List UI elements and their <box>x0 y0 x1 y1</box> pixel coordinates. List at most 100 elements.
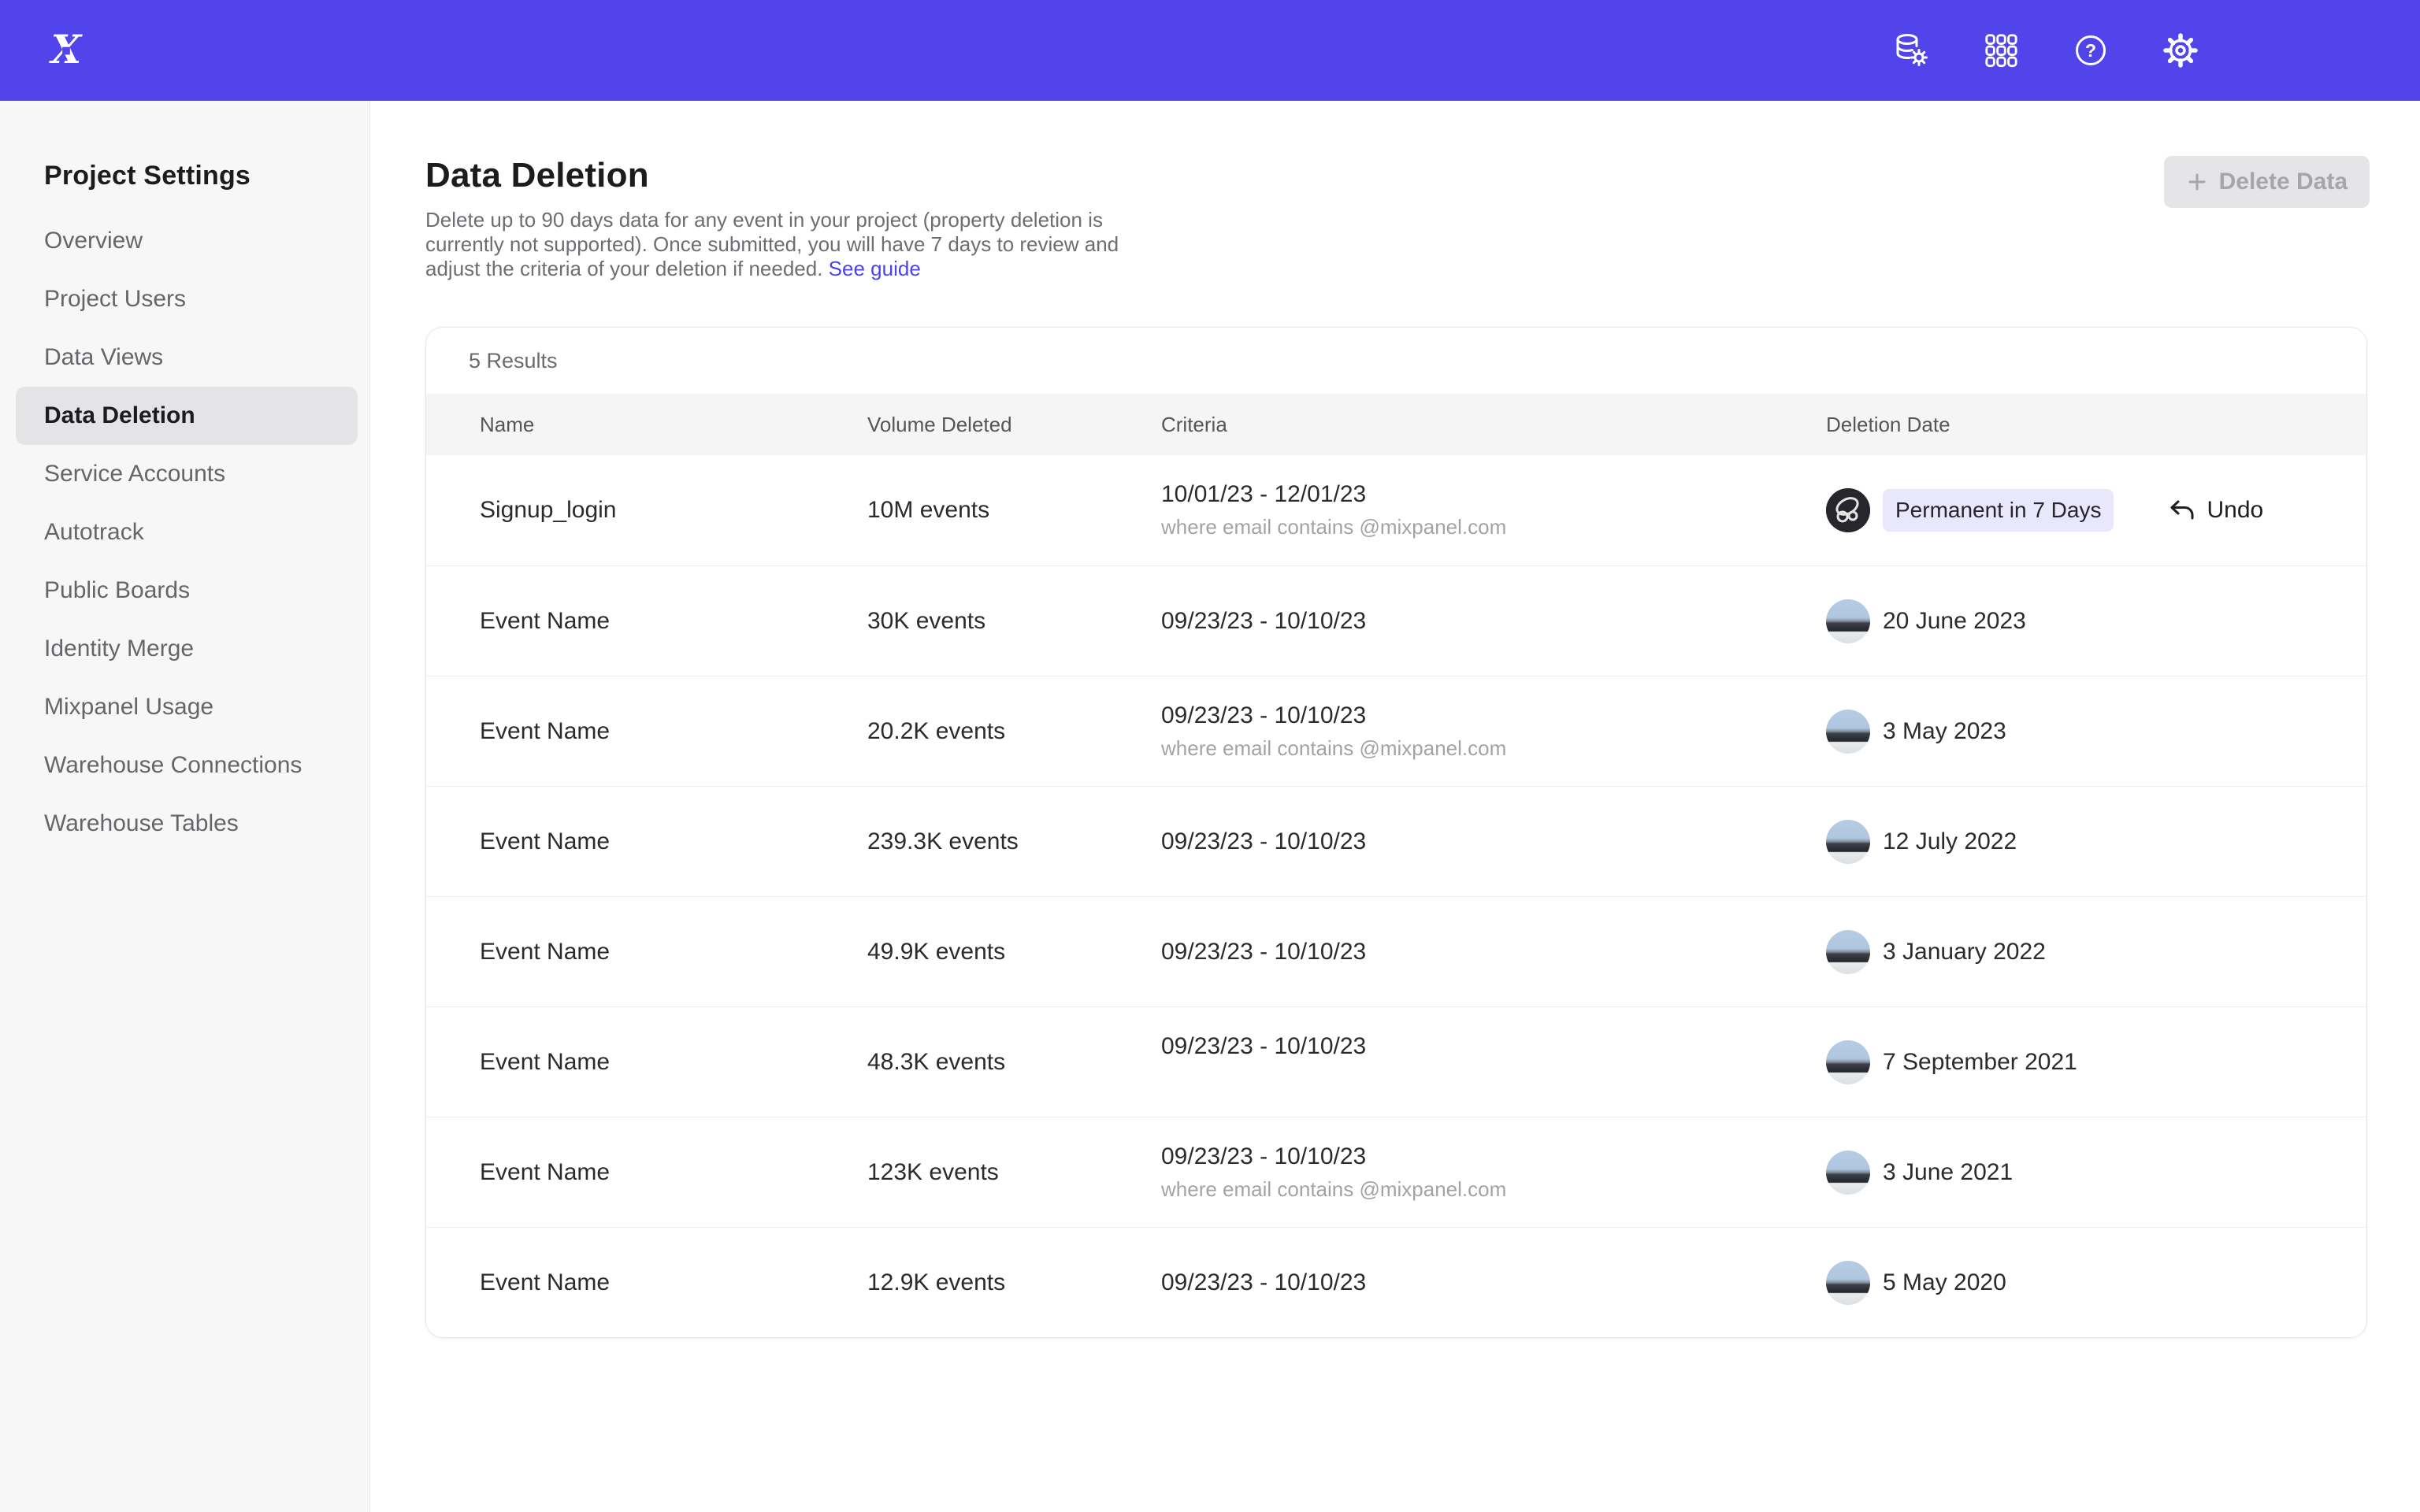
table-row: Event Name 123K events 09/23/23 - 10/10/… <box>426 1117 2366 1227</box>
row-criteria: 09/23/23 - 10/10/23 <box>1161 939 1826 965</box>
row-criteria-filter: where email contains @mixpanel.com <box>1161 515 1826 539</box>
table-row: Event Name 12.9K events 09/23/23 - 10/10… <box>426 1227 2366 1337</box>
row-volume: 49.9K events <box>867 939 1161 965</box>
sidebar-item-autotrack[interactable]: Autotrack <box>16 503 358 561</box>
row-deletion-cell: 3 June 2021 <box>1826 1151 2366 1195</box>
sidebar-item-mixpanel-usage[interactable]: Mixpanel Usage <box>16 678 358 736</box>
sidebar-item-project-users[interactable]: Project Users <box>16 270 358 328</box>
row-criteria: 09/23/23 - 10/10/23 <box>1161 608 1826 635</box>
row-criteria: 10/01/23 - 12/01/23 <box>1161 481 1826 508</box>
page-description: Delete up to 90 days data for any event … <box>425 208 1134 281</box>
row-name: Event Name <box>480 828 867 855</box>
table-row: Event Name 20.2K events 09/23/23 - 10/10… <box>426 676 2366 786</box>
column-header-deletion-date: Deletion Date <box>1826 413 2366 437</box>
row-name: Event Name <box>480 1159 867 1186</box>
row-criteria-cell: 09/23/23 - 10/10/23 <box>1161 939 1826 965</box>
svg-text:?: ? <box>2085 40 2096 61</box>
avatar-doodle <box>1826 488 1870 532</box>
avatar <box>1826 1040 1870 1084</box>
deletion-table-card: 5 Results Name Volume Deleted Criteria D… <box>425 327 2367 1338</box>
table-body: Signup_login 10M events 10/01/23 - 12/01… <box>426 455 2366 1337</box>
deletion-date: 5 May 2020 <box>1883 1269 2006 1296</box>
avatar <box>1826 1151 1870 1195</box>
sidebar-item-overview[interactable]: Overview <box>16 212 358 270</box>
sidebar: Project Settings OverviewProject UsersDa… <box>0 101 370 1512</box>
delete-data-button[interactable]: Delete Data <box>2164 156 2370 208</box>
undo-button[interactable]: Undo <box>2167 496 2263 524</box>
sidebar-item-warehouse-connections[interactable]: Warehouse Connections <box>16 736 358 795</box>
row-criteria: 09/23/23 - 10/10/23 <box>1161 1033 1826 1060</box>
table-row: Event Name 48.3K events 09/23/23 - 10/10… <box>426 1006 2366 1117</box>
sidebar-item-public-boards[interactable]: Public Boards <box>16 561 358 620</box>
row-criteria: 09/23/23 - 10/10/23 <box>1161 702 1826 729</box>
sidebar-title: Project Settings <box>0 161 369 191</box>
row-deletion-cell: Permanent in 7 Days Undo <box>1826 488 2366 532</box>
mixpanel-logo[interactable]: X <box>44 28 88 72</box>
row-name: Event Name <box>480 718 867 745</box>
data-management-icon[interactable] <box>1892 32 1930 69</box>
row-criteria-cell: 09/23/23 - 10/10/23 <box>1161 828 1826 855</box>
row-criteria-cell: 09/23/23 - 10/10/23 where email contains… <box>1161 1143 1826 1202</box>
deletion-date: 20 June 2023 <box>1883 608 2026 635</box>
results-count: 5 Results <box>426 328 2366 394</box>
row-deletion-cell: 3 May 2023 <box>1826 710 2366 754</box>
row-volume: 10M events <box>867 497 1161 524</box>
row-criteria-filter: where email contains @mixpanel.com <box>1161 1177 1826 1202</box>
row-volume: 12.9K events <box>867 1269 1161 1296</box>
row-criteria-cell: 10/01/23 - 12/01/23 where email contains… <box>1161 481 1826 539</box>
sidebar-item-identity-merge[interactable]: Identity Merge <box>16 620 358 678</box>
row-volume: 239.3K events <box>867 828 1161 855</box>
table-row: Signup_login 10M events 10/01/23 - 12/01… <box>426 455 2366 565</box>
avatar <box>1826 930 1870 974</box>
undo-label: Undo <box>2207 497 2263 524</box>
row-criteria-cell: 09/23/23 - 10/10/23 <box>1161 1269 1826 1296</box>
row-deletion-cell: 20 June 2023 <box>1826 599 2366 643</box>
delete-data-label: Delete Data <box>2219 169 2348 195</box>
row-criteria-cell: 09/23/23 - 10/10/23 <box>1161 1033 1826 1091</box>
avatar <box>1826 1261 1870 1305</box>
deletion-date: 3 May 2023 <box>1883 718 2006 745</box>
sidebar-item-data-views[interactable]: Data Views <box>16 328 358 387</box>
row-name: Signup_login <box>480 497 867 524</box>
row-name: Event Name <box>480 1049 867 1076</box>
row-criteria-filter <box>1161 1067 1826 1091</box>
avatar <box>1826 599 1870 643</box>
row-deletion-cell: 12 July 2022 <box>1826 820 2366 864</box>
column-header-criteria: Criteria <box>1161 413 1826 437</box>
row-criteria: 09/23/23 - 10/10/23 <box>1161 828 1826 855</box>
sidebar-item-warehouse-tables[interactable]: Warehouse Tables <box>16 795 358 853</box>
row-criteria: 09/23/23 - 10/10/23 <box>1161 1143 1826 1170</box>
avatar <box>1826 820 1870 864</box>
row-deletion-cell: 3 January 2022 <box>1826 930 2366 974</box>
avatar <box>1826 710 1870 754</box>
settings-icon[interactable] <box>2162 32 2199 69</box>
apps-grid-icon[interactable] <box>1982 32 2020 69</box>
row-volume: 20.2K events <box>867 718 1161 745</box>
row-deletion-cell: 5 May 2020 <box>1826 1261 2366 1305</box>
page-description-text: Delete up to 90 days data for any event … <box>425 208 1119 280</box>
sidebar-item-service-accounts[interactable]: Service Accounts <box>16 445 358 503</box>
main-content: Data Deletion Delete up to 90 days data … <box>370 101 2420 1512</box>
undo-icon <box>2167 496 2195 524</box>
table-row: Event Name 30K events 09/23/23 - 10/10/2… <box>426 565 2366 676</box>
help-icon[interactable]: ? <box>2072 32 2110 69</box>
table-header: Name Volume Deleted Criteria Deletion Da… <box>426 394 2366 455</box>
row-volume: 30K events <box>867 608 1161 635</box>
row-criteria: 09/23/23 - 10/10/23 <box>1161 1269 1826 1296</box>
status-badge: Permanent in 7 Days <box>1883 489 2114 532</box>
row-volume: 123K events <box>867 1159 1161 1186</box>
row-name: Event Name <box>480 1269 867 1296</box>
see-guide-link[interactable]: See guide <box>829 257 921 280</box>
deletion-date: 3 January 2022 <box>1883 939 2046 965</box>
row-name: Event Name <box>480 939 867 965</box>
table-row: Event Name 239.3K events 09/23/23 - 10/1… <box>426 786 2366 896</box>
deletion-date: 7 September 2021 <box>1883 1049 2077 1076</box>
column-header-volume: Volume Deleted <box>867 413 1161 437</box>
sidebar-item-data-deletion[interactable]: Data Deletion <box>16 387 358 445</box>
row-deletion-cell: 7 September 2021 <box>1826 1040 2366 1084</box>
nav-icon-group: ? <box>1892 32 2199 69</box>
sidebar-nav: OverviewProject UsersData ViewsData Dele… <box>0 212 369 853</box>
page-title: Data Deletion <box>425 156 1134 195</box>
avatar <box>1826 488 1870 532</box>
plus-icon <box>2186 171 2208 193</box>
